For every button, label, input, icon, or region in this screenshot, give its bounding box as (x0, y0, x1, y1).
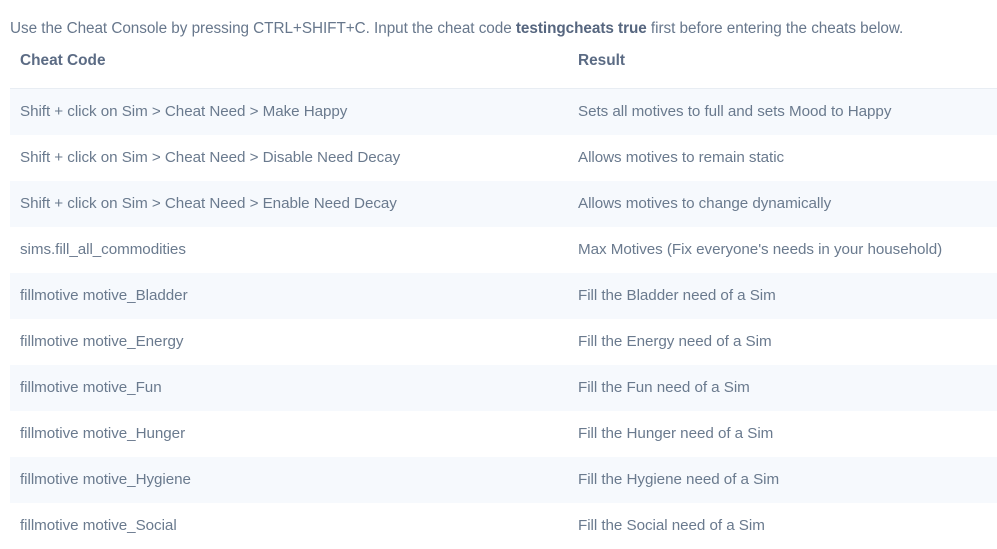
cell-cheat-code: fillmotive motive_Bladder (10, 272, 568, 319)
cell-result: Fill the Hunger need of a Sim (568, 410, 997, 457)
table-row: sims.fill_all_commodities Max Motives (Fi… (10, 226, 997, 273)
table-row: fillmotive motive_Hunger Fill the Hunger … (10, 410, 997, 457)
cell-cheat-code: fillmotive motive_Energy (10, 318, 568, 365)
cell-result: Sets all motives to full and sets Mood t… (568, 88, 997, 135)
cell-cheat-code: fillmotive motive_Hygiene (10, 456, 568, 503)
intro-text-after: first before entering the cheats below. (646, 20, 904, 38)
table-row: Shift + click on Sim > Cheat Need > Enab… (10, 180, 997, 227)
cell-result: Fill the Social need of a Sim (568, 502, 997, 549)
cell-result: Fill the Hygiene need of a Sim (568, 456, 997, 503)
table-row: fillmotive motive_Bladder Fill the Bladde… (10, 272, 997, 319)
cheat-code-reference-page: Use the Cheat Console by pressing CTRL+S… (0, 0, 997, 549)
cell-cheat-code: fillmotive motive_Fun (10, 364, 568, 411)
table-body: Shift + click on Sim > Cheat Need > Make… (10, 88, 997, 549)
cell-result: Fill the Bladder need of a Sim (568, 272, 997, 319)
cell-cheat-code: fillmotive motive_Hunger (10, 410, 568, 457)
table-row: fillmotive motive_Energy Fill the Energy … (10, 318, 997, 365)
intro-paragraph: Use the Cheat Console by pressing CTRL+S… (10, 15, 990, 43)
intro-cheat-code-emphasis: testingcheats true (515, 20, 647, 38)
table-header-row: Cheat Code Result (10, 46, 997, 89)
cell-cheat-code: fillmotive motive_Social (10, 502, 568, 549)
table-row: fillmotive motive_Fun Fill the Fun need o… (10, 364, 997, 411)
table-header: Cheat Code Result (10, 46, 997, 89)
cell-result: Allows motives to change dynamically (568, 180, 997, 227)
cell-cheat-code: Shift + click on Sim > Cheat Need > Disa… (10, 134, 568, 181)
cell-cheat-code: Shift + click on Sim > Cheat Need > Make… (10, 88, 568, 135)
cell-result: Fill the Fun need of a Sim (568, 364, 997, 411)
cheat-code-table: Cheat Code Result Shift + click on Sim >… (10, 46, 997, 549)
cell-result: Max Motives (Fix everyone's needs in you… (568, 226, 997, 273)
column-header-result: Result (568, 46, 997, 89)
table-row: Shift + click on Sim > Cheat Need > Make… (10, 88, 997, 135)
cell-cheat-code: Shift + click on Sim > Cheat Need > Enab… (10, 180, 568, 227)
table-row: fillmotive motive_Social Fill the Social … (10, 502, 997, 549)
cell-result: Fill the Energy need of a Sim (568, 318, 997, 365)
cell-result: Allows motives to remain static (568, 134, 997, 181)
cell-cheat-code: sims.fill_all_commodities (10, 226, 568, 273)
table-row: fillmotive motive_Hygiene Fill the Hygien… (10, 456, 997, 503)
intro-text-before: Use the Cheat Console by pressing CTRL+S… (10, 20, 516, 38)
table-row: Shift + click on Sim > Cheat Need > Disa… (10, 134, 997, 181)
column-header-cheat-code: Cheat Code (10, 46, 568, 89)
